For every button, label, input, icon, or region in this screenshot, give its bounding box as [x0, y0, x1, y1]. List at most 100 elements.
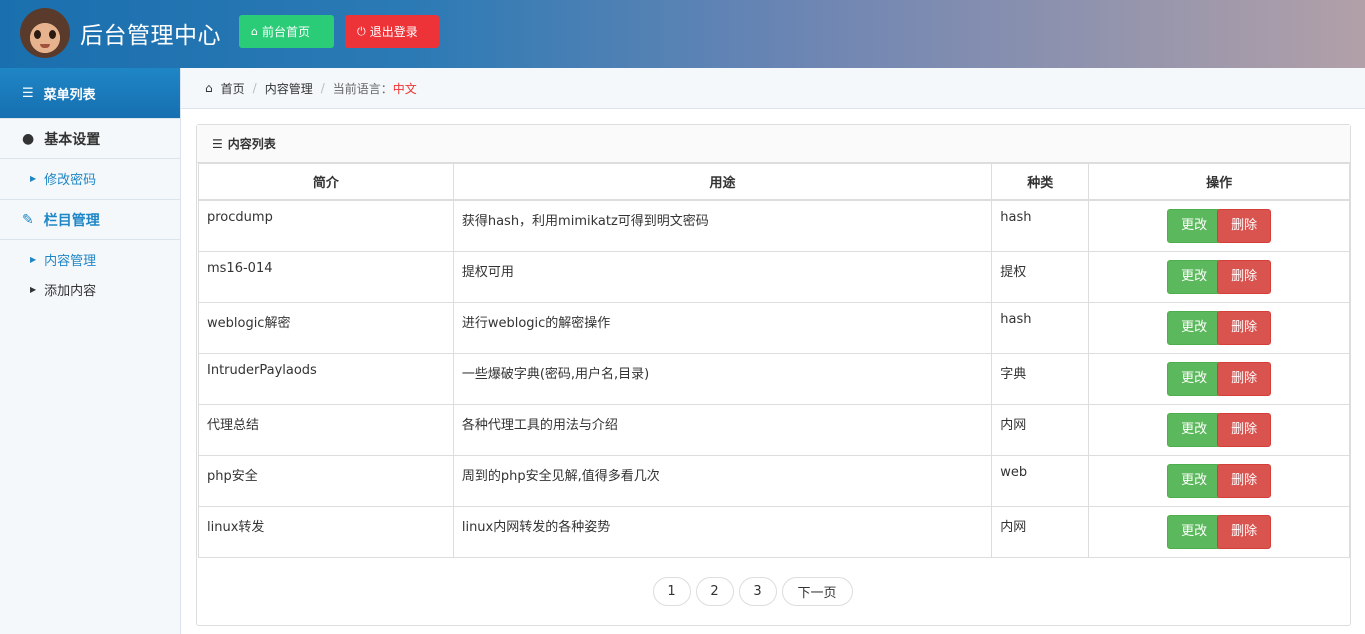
caret-right-icon: ▶	[30, 173, 37, 183]
cell-actions: 更改 删除	[1088, 505, 1350, 558]
cell-kind: 内网	[991, 505, 1090, 558]
cell-intro: php安全	[198, 454, 454, 507]
column-header-usage: 用途	[452, 163, 993, 201]
logout-label: 退出登录	[369, 25, 418, 39]
table-row: 代理总结 各种代理工具的用法与介绍 内网 更改 删除	[198, 403, 1350, 456]
sidebar-section-basic[interactable]: ● 基本设置	[0, 118, 180, 159]
change-password-label: 修改密码	[44, 172, 97, 188]
panel-header: ☰ 内容列表	[197, 125, 1350, 163]
content-panel: ☰ 内容列表 简介 用途 种类 操作 procdump 获得hash，利用mim…	[196, 124, 1351, 626]
cell-usage: 进行weblogic的解密操作	[452, 301, 993, 354]
column-header-actions: 操作	[1088, 163, 1350, 201]
content-manage-label: 内容管理	[44, 253, 97, 269]
cell-intro: IntruderPaylaods	[198, 352, 454, 405]
edit-button[interactable]: 更改	[1167, 412, 1222, 447]
sidebar-item-content-manage[interactable]: ▶ 内容管理	[0, 244, 180, 274]
cell-usage: 周到的php安全见解,值得多看几次	[452, 454, 993, 507]
sidebar-item-add-content[interactable]: ▶ 添加内容	[0, 274, 180, 304]
panel-title: 内容列表	[227, 137, 276, 151]
cell-actions: 更改 删除	[1088, 199, 1350, 252]
edit-icon: ✎	[22, 211, 34, 228]
frontend-home-label: 前台首页	[261, 25, 310, 39]
language-label: 当前语言：	[332, 81, 393, 96]
home-icon: ⌂	[205, 81, 213, 95]
caret-right-icon: ▶	[30, 254, 37, 264]
avatar	[20, 8, 70, 58]
cell-intro: 代理总结	[198, 403, 454, 456]
column-header-kind: 种类	[991, 163, 1090, 201]
delete-button[interactable]: 删除	[1217, 208, 1272, 243]
delete-button[interactable]: 删除	[1217, 514, 1272, 549]
breadcrumb-separator: /	[320, 81, 325, 95]
cell-actions: 更改 删除	[1088, 352, 1350, 405]
menu-title-label: 菜单列表	[43, 87, 96, 103]
table-row: linux转发 linux内网转发的各种姿势 内网 更改 删除	[198, 505, 1350, 558]
cell-usage: linux内网转发的各种姿势	[452, 505, 993, 558]
delete-button[interactable]: 删除	[1217, 310, 1272, 345]
cell-intro: weblogic解密	[198, 301, 454, 354]
breadcrumb-home[interactable]: 首页	[221, 80, 245, 97]
edit-button[interactable]: 更改	[1167, 361, 1222, 396]
cell-actions: 更改 删除	[1088, 403, 1350, 456]
cell-kind: web	[991, 454, 1090, 507]
breadcrumb: ⌂ 首页 / 内容管理 / 当前语言：中文	[181, 68, 1365, 109]
list-icon: ☰	[22, 85, 34, 101]
cell-intro: ms16-014	[198, 250, 454, 303]
table-header-row: 简介 用途 种类 操作	[198, 163, 1350, 201]
column-header-intro: 简介	[198, 163, 454, 201]
sidebar-item-change-password[interactable]: ▶ 修改密码	[0, 163, 180, 193]
cell-kind: hash	[991, 301, 1090, 354]
user-icon: ●	[22, 130, 35, 147]
edit-button[interactable]: 更改	[1167, 463, 1222, 498]
cell-kind: 内网	[991, 403, 1090, 456]
add-content-label: 添加内容	[44, 283, 97, 299]
cell-usage: 提权可用	[452, 250, 993, 303]
edit-button[interactable]: 更改	[1167, 208, 1222, 243]
cell-intro: procdump	[198, 199, 454, 252]
cell-intro: linux转发	[198, 505, 454, 558]
home-icon: ⌂	[251, 25, 258, 38]
page-link-3[interactable]: 3	[738, 577, 777, 606]
site-title: 后台管理中心	[80, 23, 221, 49]
page-link-2[interactable]: 2	[695, 577, 734, 606]
cell-kind: 字典	[991, 352, 1090, 405]
top-header: 后台管理中心 ⌂ 前台首页 ⏻ 退出登录	[0, 0, 1365, 68]
cell-usage: 一些爆破字典(密码,用户名,目录)	[452, 352, 993, 405]
section-basic-label: 基本设置	[44, 131, 101, 148]
section-column-label: 栏目管理	[43, 212, 100, 229]
cell-usage: 获得hash，利用mimikatz可得到明文密码	[452, 199, 993, 252]
cell-kind: 提权	[991, 250, 1090, 303]
language-value: 中文	[392, 81, 417, 96]
list-icon: ☰	[212, 136, 223, 151]
power-icon: ⏻	[357, 24, 366, 38]
pagination: 1 2 3 下一页	[197, 577, 1350, 606]
cell-actions: 更改 删除	[1088, 301, 1350, 354]
delete-button[interactable]: 删除	[1217, 259, 1272, 294]
edit-button[interactable]: 更改	[1167, 514, 1222, 549]
cell-actions: 更改 删除	[1088, 454, 1350, 507]
cell-kind: hash	[991, 199, 1090, 252]
logout-button[interactable]: ⏻ 退出登录	[345, 15, 439, 48]
delete-button[interactable]: 删除	[1217, 412, 1272, 447]
table-row: weblogic解密 进行weblogic的解密操作 hash 更改 删除	[198, 301, 1350, 354]
breadcrumb-current[interactable]: 内容管理	[265, 80, 313, 97]
cell-actions: 更改 删除	[1088, 250, 1350, 303]
next-page-link[interactable]: 下一页	[781, 577, 853, 606]
caret-right-icon: ▶	[30, 284, 37, 294]
sidebar-menu-title: ☰ 菜单列表	[0, 68, 180, 118]
table-row: IntruderPaylaods 一些爆破字典(密码,用户名,目录) 字典 更改…	[198, 352, 1350, 405]
breadcrumb-separator: /	[252, 81, 257, 95]
page-link-1[interactable]: 1	[652, 577, 691, 606]
frontend-home-button[interactable]: ⌂ 前台首页	[239, 15, 334, 48]
content-table: 简介 用途 种类 操作 procdump 获得hash，利用mimikatz可得…	[198, 163, 1350, 558]
delete-button[interactable]: 删除	[1217, 463, 1272, 498]
edit-button[interactable]: 更改	[1167, 310, 1222, 345]
delete-button[interactable]: 删除	[1217, 361, 1272, 396]
sidebar: ☰ 菜单列表 ● 基本设置 ▶ 修改密码 ✎ 栏目管理 ▶ 内容管理 ▶ 添加内…	[0, 68, 181, 634]
table-row: php安全 周到的php安全见解,值得多看几次 web 更改 删除	[198, 454, 1350, 507]
table-row: procdump 获得hash，利用mimikatz可得到明文密码 hash 更…	[198, 199, 1350, 252]
cell-usage: 各种代理工具的用法与介绍	[452, 403, 993, 456]
edit-button[interactable]: 更改	[1167, 259, 1222, 294]
table-row: ms16-014 提权可用 提权 更改 删除	[198, 250, 1350, 303]
sidebar-section-column[interactable]: ✎ 栏目管理	[0, 199, 180, 240]
